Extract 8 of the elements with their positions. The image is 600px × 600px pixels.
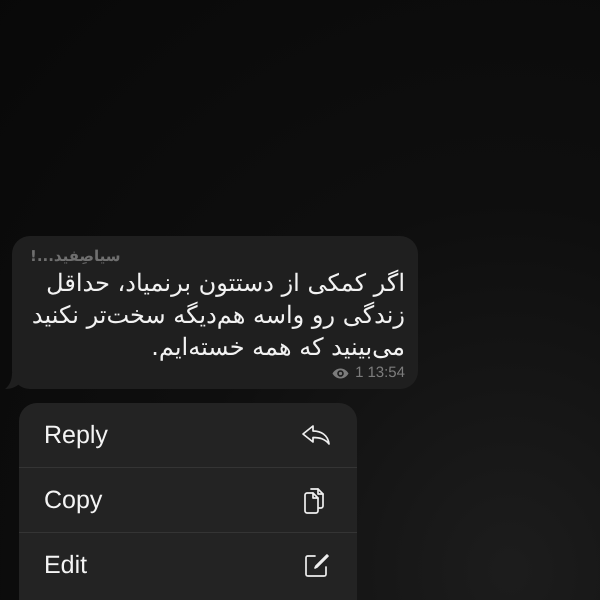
menu-item[interactable]: Copy (19, 468, 357, 533)
view-count: 1 (355, 363, 364, 383)
message-time: 13:54 (367, 363, 405, 383)
sender-name: سیاصِفید...! (30, 246, 121, 267)
views-eye-icon (332, 368, 350, 378)
message-text: اگر کمکی از دستتون برنمیاد، حداقل زندگی رو واسه هم‌دیگه سخت‌تر نکنید می‌بینید که همه خسته‌ایم. (30, 268, 405, 363)
menu-item[interactable]: Reply (19, 403, 357, 468)
menu-item[interactable]: Edit (19, 533, 357, 598)
